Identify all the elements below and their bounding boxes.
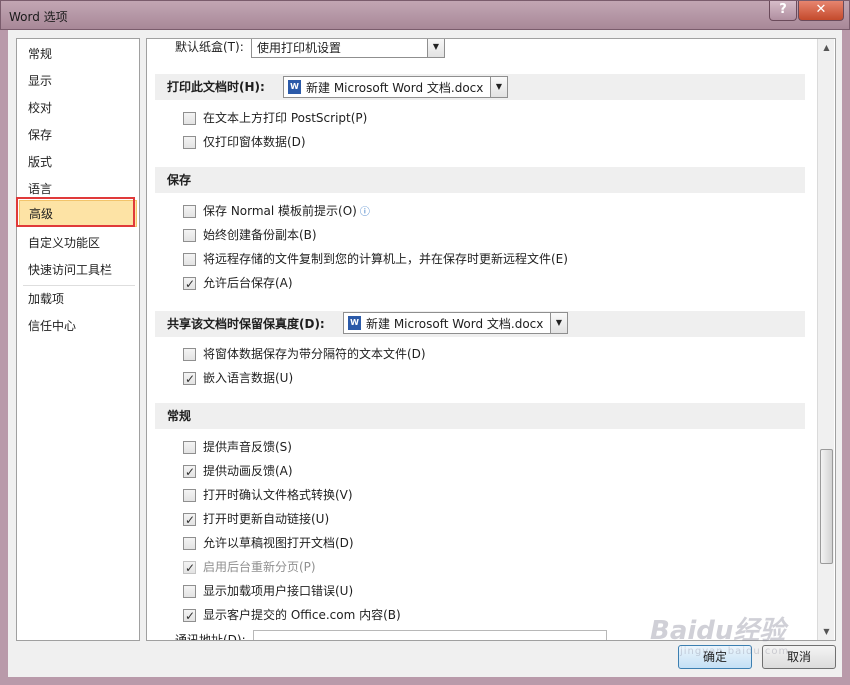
option-label: 启用后台重新分页(P) [203,560,316,574]
sidebar-item-layout[interactable]: 版式 [19,149,137,176]
save-section-header: 保存 [155,167,805,193]
print-document-value: 新建 Microsoft Word 文档.docx [306,81,484,95]
chevron-down-icon[interactable]: ▼ [550,313,567,333]
option-row: 启用后台重新分页(P) [155,557,755,578]
sidebar-item-addins[interactable]: 加载项 [19,286,137,313]
chevron-down-icon[interactable]: ▼ [490,77,507,97]
option-label: 提供动画反馈(A) [203,464,293,478]
option-label: 允许以草稿视图打开文档(D) [203,536,354,550]
sidebar-item-quick-access-toolbar[interactable]: 快速访问工具栏 [19,257,137,284]
checkbox-copy-remote-files[interactable] [183,253,196,266]
share-section-title: 共享该文档时保留保真度(D): [167,317,325,331]
option-row[interactable]: 将远程存储的文件复制到您的计算机上，并在保存时更新远程文件(E) [155,249,755,269]
checkbox-show-addin-errors[interactable] [183,585,196,598]
option-row[interactable]: 允许以草稿视图打开文档(D) [155,533,755,553]
mailing-address-label: 通讯地址(D): [175,633,246,641]
print-document-select[interactable]: W 新建 Microsoft Word 文档.docx ▼ [283,76,508,98]
sidebar-item-proofing[interactable]: 校对 [19,95,137,122]
chevron-up-icon[interactable]: ▲ [819,40,834,55]
option-row[interactable]: 打开时更新自动链接(U) [155,509,755,530]
option-row[interactable]: 允许后台保存(A) [155,273,755,294]
scrollbar[interactable]: ▲ ▼ [817,39,834,640]
option-row[interactable]: 将窗体数据保存为带分隔符的文本文件(D) [155,344,755,364]
option-label: 允许后台保存(A) [203,276,293,290]
option-row[interactable]: 仅打印窗体数据(D) [155,132,755,152]
checkbox-allow-background-save[interactable] [183,274,196,294]
checkbox-sound-feedback[interactable] [183,441,196,454]
paper-tray-label: 默认纸盒(T): [175,40,244,54]
option-label: 始终创建备份副本(B) [203,228,317,242]
checkbox-update-auto-links[interactable] [183,510,196,530]
help-button[interactable]: ? [769,1,797,21]
general-section-title: 常规 [167,409,192,423]
checkbox-print-form-data[interactable] [183,136,196,149]
option-label: 将远程存储的文件复制到您的计算机上，并在保存时更新远程文件(E) [203,252,568,266]
sidebar: 常规 显示 校对 保存 版式 语言 高级 自定义功能区 快速访问工具栏 加载项 … [16,38,140,641]
option-row[interactable]: 在文本上方打印 PostScript(P) [155,108,755,128]
option-row[interactable]: 始终创建备份副本(B) [155,225,755,245]
checkbox-animation-feedback[interactable] [183,462,196,482]
window-title: Word 选项 [9,10,68,24]
chevron-down-icon[interactable]: ▼ [427,39,444,57]
general-section-header: 常规 [155,403,805,429]
options-content: 默认纸盒(T): 使用打印机设置 ▼ 打印此文档时(H): W 新建 Micro… [146,38,836,641]
paper-tray-select[interactable]: 使用打印机设置 ▼ [251,39,445,58]
option-label: 保存 Normal 模板前提示(O) ⓘ [203,204,370,218]
checkbox-print-postscript[interactable] [183,112,196,125]
title-bar: Word 选项 ? ✕ [0,0,850,30]
scrollbar-thumb[interactable] [820,449,833,564]
checkbox-prompt-save-normal[interactable] [183,205,196,218]
print-section-title: 打印此文档时(H): [167,80,265,94]
option-label: 在文本上方打印 PostScript(P) [203,111,368,125]
option-label: 将窗体数据保存为带分隔符的文本文件(D) [203,347,426,361]
checkbox-always-backup[interactable] [183,229,196,242]
mailing-address-input[interactable] [253,630,607,640]
sidebar-item-customize-ribbon[interactable]: 自定义功能区 [19,230,137,257]
chevron-down-icon[interactable]: ▼ [819,624,834,639]
save-section-title: 保存 [167,173,192,187]
highlight-box-advanced [16,197,135,227]
sidebar-item-general[interactable]: 常规 [19,41,137,68]
checkbox-background-repagination [183,558,196,578]
option-label: 打开时更新自动链接(U) [203,512,330,526]
word-document-icon: W [288,80,301,94]
option-label: 嵌入语言数据(U) [203,371,294,385]
option-row[interactable]: 打开时确认文件格式转换(V) [155,485,755,505]
option-row[interactable]: 保存 Normal 模板前提示(O) ⓘ [155,201,755,221]
option-label: 仅打印窗体数据(D) [203,135,306,149]
close-button[interactable]: ✕ [798,1,844,21]
option-label: 提供声音反馈(S) [203,440,292,454]
checkbox-confirm-format-conversion[interactable] [183,489,196,502]
option-row[interactable]: 嵌入语言数据(U) [155,368,755,389]
info-icon[interactable]: ⓘ [360,207,370,218]
baidu-watermark-url: jingyan.baidu.com [680,646,790,657]
checkbox-allow-draft-view[interactable] [183,537,196,550]
option-row[interactable]: 显示加载项用户接口错误(U) [155,581,755,601]
option-row[interactable]: 提供动画反馈(A) [155,461,755,482]
baidu-watermark: Baidu经验 [650,616,786,646]
share-document-select[interactable]: W 新建 Microsoft Word 文档.docx ▼ [343,312,568,334]
option-label: 显示加载项用户接口错误(U) [203,584,354,598]
option-row[interactable]: 提供声音反馈(S) [155,437,755,457]
checkbox-office-com-content[interactable] [183,606,196,626]
sidebar-item-save[interactable]: 保存 [19,122,137,149]
sidebar-item-display[interactable]: 显示 [19,68,137,95]
checkbox-save-form-data-text[interactable] [183,348,196,361]
share-document-value: 新建 Microsoft Word 文档.docx [366,317,544,331]
option-label: 显示客户提交的 Office.com 内容(B) [203,608,401,622]
paper-tray-value: 使用打印机设置 [257,41,342,55]
word-document-icon: W [348,316,361,330]
option-label: 打开时确认文件格式转换(V) [203,488,353,502]
checkbox-embed-language-data[interactable] [183,369,196,389]
sidebar-item-trust-center[interactable]: 信任中心 [19,313,137,340]
